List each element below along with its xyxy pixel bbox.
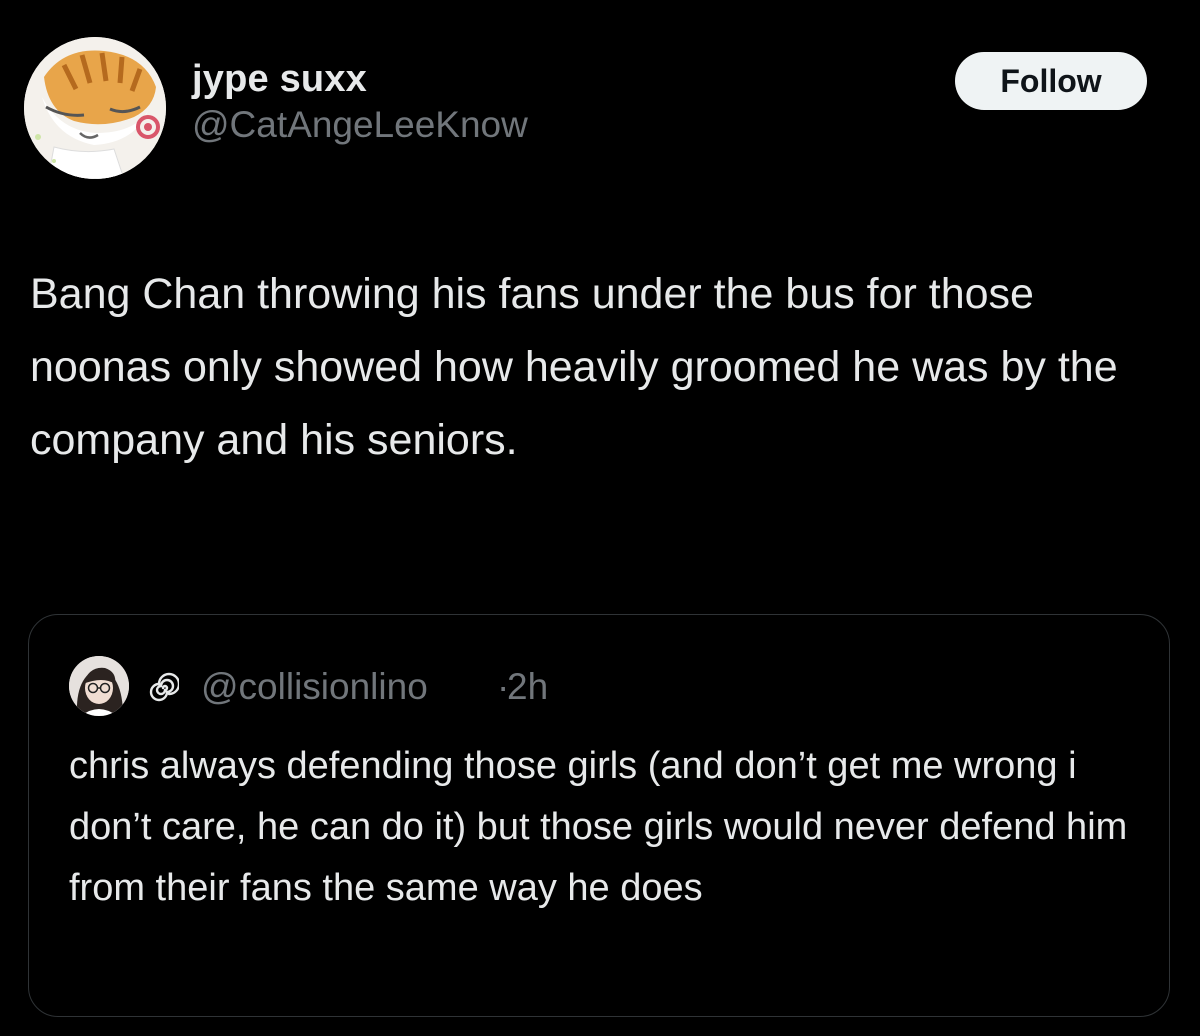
quote-timestamp[interactable]: 2h [507, 664, 548, 710]
quote-author-handle[interactable]: @collisionlino [201, 664, 428, 710]
author-display-name[interactable]: jype suxx [192, 56, 528, 102]
post-author: jype suxx @CatAngeLeeKnow [192, 56, 528, 148]
cat-avatar-icon[interactable] [24, 37, 166, 179]
post: jype suxx @CatAngeLeeKnow Follow Bang Ch… [0, 0, 1200, 1036]
quoted-post[interactable]: @collisionlino · 2h chris always defendi… [28, 614, 1170, 1017]
spiral-icon [147, 672, 181, 704]
post-text: Bang Chan throwing his fans under the bu… [30, 270, 1118, 464]
quote-text: chris always defending those girls (and … [69, 745, 1128, 909]
girl-avatar-icon[interactable] [69, 656, 129, 716]
follow-button[interactable]: Follow [955, 52, 1147, 110]
author-handle[interactable]: @CatAngeLeeKnow [192, 102, 528, 148]
